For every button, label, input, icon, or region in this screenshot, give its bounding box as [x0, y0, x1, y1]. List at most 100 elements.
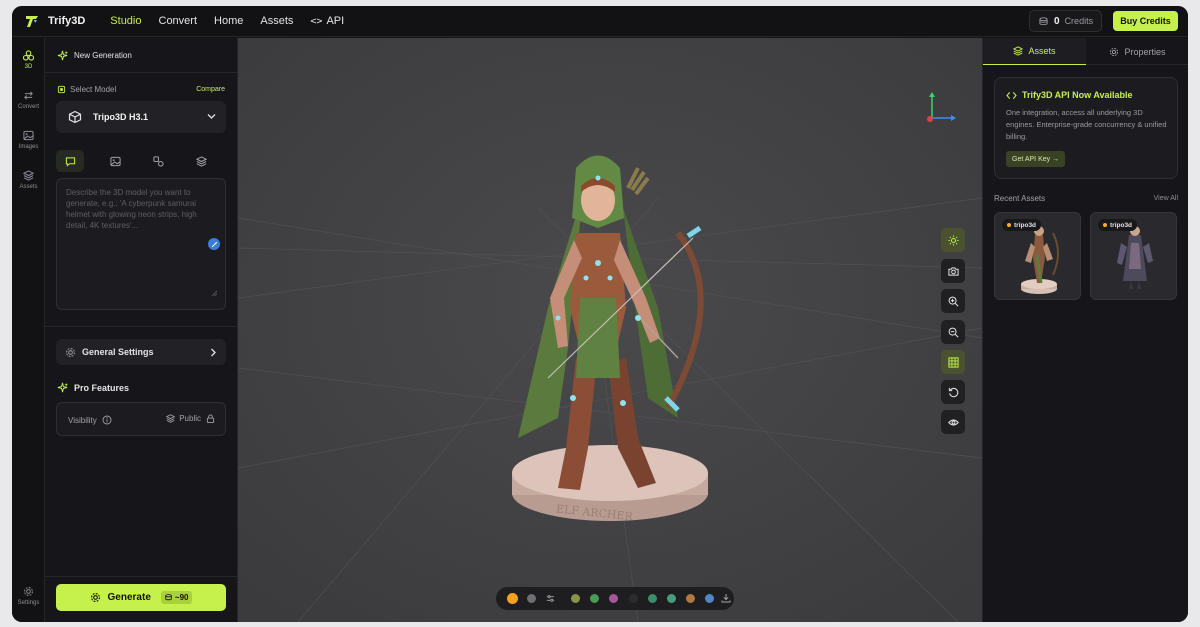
select-model-label: Select Model	[57, 85, 116, 94]
right-panel: Assets Properties Trify3D API Now Availa…	[982, 38, 1188, 622]
credits-value: 0	[1054, 15, 1060, 27]
color-swatch[interactable]	[705, 594, 714, 603]
status-dot	[1103, 223, 1107, 227]
generate-cost-badge: ~90	[160, 591, 193, 604]
zoom-out-icon	[948, 327, 958, 337]
color-swatch[interactable]	[667, 594, 676, 603]
recent-assets-label: Recent Assets	[994, 194, 1046, 203]
mode-layers[interactable]	[187, 150, 215, 172]
image-icon	[23, 130, 34, 141]
rail-label-3d: 3D	[24, 64, 33, 70]
color-swatch[interactable]	[527, 594, 536, 603]
color-swatch[interactable]	[609, 594, 618, 603]
rail-item-images[interactable]: Images	[12, 130, 45, 150]
color-swatch[interactable]	[507, 593, 518, 604]
generate-button[interactable]: Generate ~90	[56, 584, 226, 611]
layers-icon	[195, 155, 207, 167]
app-window: Trify3D Studio Convert Home Assets <> AP…	[12, 6, 1188, 622]
cubes-icon	[23, 50, 34, 61]
zoom-out-button[interactable]	[941, 320, 965, 344]
general-settings-label: General Settings	[82, 347, 154, 357]
rotate-icon	[948, 387, 958, 397]
visibility-setting[interactable]: Visibility Public	[56, 402, 226, 436]
api-title-text: Trify3D API Now Available	[1022, 90, 1133, 100]
model-dropdown[interactable]: Tripo3D H3.1	[56, 101, 226, 133]
asset-tag-text: tripo3d	[1014, 221, 1037, 229]
sparkle-icon	[57, 50, 68, 61]
rail-label-images: Images	[18, 144, 39, 150]
nav-studio[interactable]: Studio	[110, 15, 141, 27]
rail-label-settings: Settings	[17, 600, 40, 606]
color-swatch[interactable]	[629, 594, 638, 603]
new-generation-title: New Generation	[74, 51, 132, 60]
resize-handle-icon[interactable]	[211, 290, 217, 296]
mode-text[interactable]	[56, 150, 84, 172]
cube-icon	[68, 110, 82, 124]
eye-icon	[947, 418, 959, 426]
credits-label: Credits	[1064, 16, 1094, 26]
color-swatch[interactable]	[648, 594, 657, 603]
rail-item-convert[interactable]: Convert	[12, 90, 45, 110]
nav-convert[interactable]: Convert	[159, 15, 198, 27]
reset-view-button[interactable]	[941, 380, 965, 404]
layers-icon	[23, 170, 34, 181]
visibility-label: Visibility	[68, 415, 112, 425]
asset-tag-text: tripo3d	[1110, 221, 1133, 229]
rail-item-assets[interactable]: Assets	[12, 170, 45, 190]
mode-multiview[interactable]	[144, 150, 172, 172]
visibility-value[interactable]: Public	[166, 414, 215, 423]
status-dot	[1007, 223, 1011, 227]
lighting-button[interactable]	[941, 228, 965, 252]
visibility-text: Visibility	[68, 415, 97, 425]
layers-icon	[166, 414, 176, 423]
top-bar: Trify3D Studio Convert Home Assets <> AP…	[12, 6, 1188, 37]
visibility-toggle-button[interactable]	[941, 410, 965, 434]
prompt-textarea[interactable]: Describe the 3D model you want to genera…	[56, 178, 226, 310]
elf-archer-model[interactable]: ELF ARCHER	[488, 148, 748, 548]
camera-icon	[947, 266, 959, 276]
divider	[45, 576, 238, 577]
logo[interactable]: Trify3D	[25, 14, 85, 28]
color-swatch[interactable]	[686, 594, 695, 603]
credits-display[interactable]: 0 Credits	[1029, 10, 1102, 32]
sliders-icon[interactable]	[546, 594, 555, 603]
download-icon[interactable]	[721, 593, 731, 603]
gear-icon	[66, 347, 75, 357]
buy-credits-button[interactable]: Buy Credits	[1113, 11, 1178, 31]
app-name: Trify3D	[48, 15, 86, 27]
mode-image[interactable]	[101, 150, 129, 172]
tab-properties[interactable]: Properties	[1086, 38, 1188, 65]
nav-assets[interactable]: Assets	[260, 15, 293, 27]
view-all-link[interactable]: View All	[1154, 195, 1178, 202]
rail-item-3d[interactable]: 3D	[12, 50, 45, 70]
asset-card[interactable]: tripo3d	[994, 212, 1081, 300]
left-rail: 3D Convert Images Assets Settings	[12, 38, 45, 622]
nav-home[interactable]: Home	[214, 15, 243, 27]
image-icon	[109, 156, 121, 166]
compare-link[interactable]: Compare	[196, 86, 225, 93]
code-icon	[1006, 91, 1017, 99]
get-api-key-button[interactable]: Get API Key →	[1006, 151, 1066, 167]
screenshot-button[interactable]	[941, 259, 965, 283]
rail-item-settings[interactable]: Settings	[12, 586, 45, 606]
pro-features-header: Pro Features	[57, 382, 129, 393]
zoom-in-icon	[948, 296, 958, 306]
asset-card[interactable]: tripo3d	[1090, 212, 1177, 300]
zoom-in-button[interactable]	[941, 289, 965, 313]
color-swatch[interactable]	[590, 594, 599, 603]
nav-api[interactable]: <> API	[310, 15, 344, 27]
magic-wand-button[interactable]	[208, 238, 220, 250]
chip-icon	[57, 85, 66, 94]
3d-viewport[interactable]: ELF ARCHER	[238, 38, 982, 622]
color-swatch[interactable]	[571, 594, 580, 603]
asset-source-badge: tripo3d	[1098, 219, 1138, 231]
tab-assets[interactable]: Assets	[983, 38, 1086, 65]
info-icon[interactable]	[102, 415, 112, 425]
tab-properties-label: Properties	[1124, 46, 1166, 57]
grid-toggle-button[interactable]	[941, 350, 965, 374]
axis-gizmo	[927, 92, 956, 122]
chevron-down-icon	[207, 114, 216, 119]
general-settings-row[interactable]: General Settings	[56, 339, 226, 365]
pro-features-title: Pro Features	[74, 382, 130, 393]
rail-label-convert: Convert	[17, 104, 39, 110]
